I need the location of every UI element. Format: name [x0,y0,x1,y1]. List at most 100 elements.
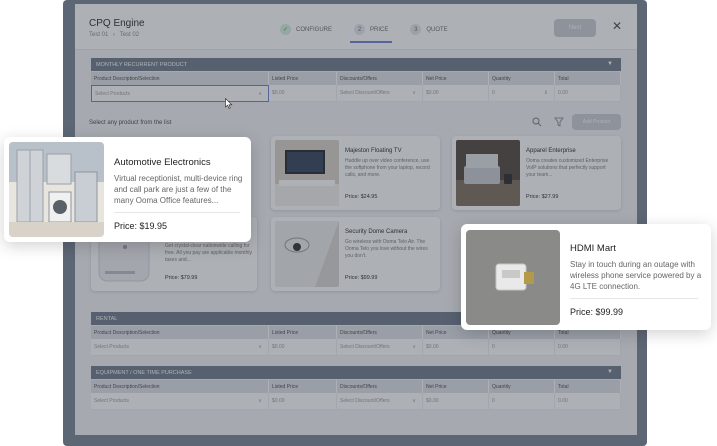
popup-price: Price: $19.95 [114,221,168,231]
app-title: CPQ Engine [89,18,145,29]
product-description: Ooma creates customized Enterprise VoIP … [526,158,609,178]
product-description: Huddle up over video conference, use the… [345,158,430,178]
product-card[interactable]: Majeston Floating TV Huddle up over vide… [271,136,440,210]
discount-select[interactable]: Select Discount/Offers ∨ [337,339,423,356]
product-card[interactable]: Security Dome Camera Go wireless with Oo… [271,217,440,291]
column-header: Net Price [423,380,489,393]
product-description: Get crystal-clear nationwide calling for… [165,243,252,263]
product-select[interactable]: Select Products ∨ [91,339,269,356]
product-price: Price: $79.99 [165,275,198,281]
column-header: Quantity [489,72,555,85]
discount-select[interactable]: Select Discount/Offers ∨ [337,393,423,410]
section-equipment-header[interactable]: EQUIPMENT / ONE TIME PURCHASE ▼ [91,366,621,379]
chevron-down-icon: ∨ [412,398,416,404]
chevron-down-icon[interactable]: ▼ [607,61,613,67]
select-value: Select Discount/Offers [340,90,390,96]
total-cell: 0.00 [555,85,621,102]
step-number: 3 [410,24,422,35]
product-list-label: Select any product from the list [89,120,172,126]
step-quote[interactable]: 3 QUOTE [410,24,448,35]
column-header: Listed Price [269,72,337,85]
product-image [275,140,339,206]
breadcrumb-item[interactable]: Test 01 [89,32,108,38]
chevron-down-icon: ∨ [412,344,416,350]
column-header: Discounts/Offers [337,326,423,339]
column-header: Listed Price [269,380,337,393]
rental-table: Product Description/Selection Listed Pri… [91,326,621,356]
net-price-cell: $0.00 [423,85,489,102]
product-select[interactable]: Select Products ∨ [91,393,269,410]
column-header: Discounts/Offers [337,72,423,85]
total-cell: 0.00 [555,339,621,356]
quantity-cell[interactable]: 0 [489,393,555,410]
step-price[interactable]: 2 PRICE [349,24,393,43]
section-title: RENTAL [96,315,118,322]
divider [114,212,240,213]
popup-title: Automotive Electronics [114,157,211,168]
select-value: Select Discount/Offers [340,344,390,350]
close-icon[interactable]: ✕ [612,19,622,33]
breadcrumb-separator: › [113,32,116,38]
product-price: Price: $99.99 [345,275,378,281]
chevron-down-icon: ∨ [258,344,262,350]
breadcrumb: Test 01 › Test 02 [89,32,142,38]
product-image [275,221,339,287]
popup-description: Stay in touch during an outage with wire… [570,260,702,292]
section-title: EQUIPMENT / ONE TIME PURCHASE [96,369,192,376]
quantity-cell[interactable]: 0 [489,339,555,356]
discount-select[interactable]: Select Discount/Offers ∨ [337,85,423,102]
breadcrumb-item[interactable]: Test 02 [120,32,139,38]
section-title: MONTHLY RECURRENT PRODUCT [96,61,188,68]
step-configure[interactable]: ✓ CONFIGURE [280,24,332,35]
product-image [456,140,520,206]
select-value: Select Discount/Offers [340,398,390,404]
popup-price: Price: $99.99 [570,307,624,317]
column-header: Listed Price [269,326,337,339]
select-value: Select Products [95,90,131,97]
product-image [9,142,104,237]
cursor-icon [225,98,233,109]
next-button[interactable]: Next [554,19,596,37]
net-price-cell: $0.00 [423,339,489,356]
column-header: Net Price [423,72,489,85]
divider [570,298,698,299]
chevron-down-icon: ∨ [412,90,416,96]
column-header: Total [555,72,621,85]
step-label: PRICE [370,26,389,33]
popup-title: HDMI Mart [570,243,616,254]
section-monthly-header[interactable]: MONTHLY RECURRENT PRODUCT ▼ [91,58,621,71]
step-label: CONFIGURE [296,26,332,33]
net-price-cell: $0.00 [423,393,489,410]
select-value: Select Products [94,398,130,404]
chevron-down-icon[interactable]: ▼ [607,369,613,375]
product-popup-hdmi[interactable]: HDMI Mart Stay in touch during an outage… [461,224,711,330]
equipment-table: Product Description/Selection Listed Pri… [91,380,621,410]
product-title: Security Dome Camera [345,229,408,235]
product-card[interactable]: Apparel Enterprise Ooma creates customiz… [452,136,621,210]
listed-price-cell: $0.00 [269,85,337,102]
search-icon[interactable] [532,117,542,127]
product-title: Apparel Enterprise [526,148,576,154]
add-product-button[interactable]: Add Product [572,114,621,130]
header: CPQ Engine Test 01 › Test 02 ✓ CONFIGURE… [75,4,637,50]
filter-icon[interactable] [554,117,564,127]
column-header: Product Description/Selection [91,326,269,339]
step-number: 2 [354,24,365,35]
column-header: Total [555,380,621,393]
total-cell: 0.00 [555,393,621,410]
product-select[interactable]: Select Products ∧ [91,85,269,102]
column-header: Product Description/Selection [91,72,269,85]
quantity-stepper[interactable]: 0 ⇕ [489,85,555,102]
column-header: Quantity [489,380,555,393]
step-label: QUOTE [426,26,448,33]
product-image [466,230,560,325]
popup-description: Virtual receptionist, multi-device ring … [114,174,243,206]
select-value: Select Products [94,344,130,350]
column-header: Discounts/Offers [337,380,423,393]
product-popup-automotive[interactable]: Automotive Electronics Virtual reception… [4,137,251,242]
product-description: Go wireless with Ooma Telo Air. The Ooma… [345,239,428,259]
stepper: ✓ CONFIGURE 2 PRICE 3 QUOTE [280,24,470,43]
monthly-table: Product Description/Selection Listed Pri… [91,72,621,102]
stepper-icon[interactable]: ⇕ [544,90,548,96]
check-icon: ✓ [280,24,291,35]
